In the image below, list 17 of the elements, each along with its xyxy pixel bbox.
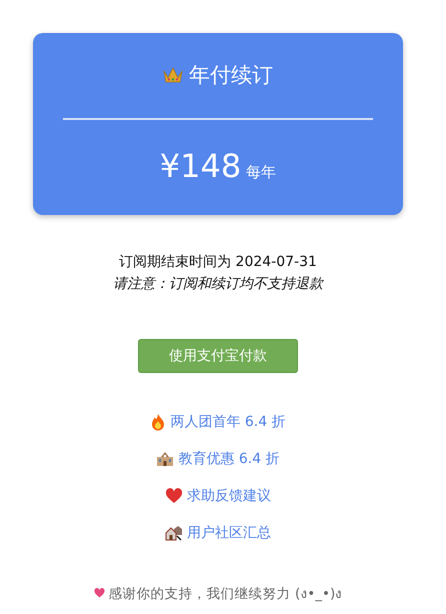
alipay-button[interactable]: 使用支付宝付款 <box>138 339 298 373</box>
link[interactable]: 教育优惠 6.4 折 <box>178 450 280 468</box>
refund-notice: 请注意：订阅和续订均不支持退款 <box>113 275 323 293</box>
expiry-text: 订阅期结束时间为 2024-07-31 <box>119 253 317 271</box>
thanks-text: 感谢你的支持，我们继续努力 (ง•_•)ง <box>108 585 342 604</box>
link[interactable]: 求助反馈建议 <box>186 487 271 505</box>
heart-icon <box>94 588 105 598</box>
link[interactable]: 两人团首年 6.4 折 <box>170 413 286 431</box>
school-building-icon <box>156 451 174 467</box>
fire-icon <box>150 413 166 431</box>
plan-title: 年付续订 <box>189 62 273 89</box>
link[interactable]: 用户社区汇总 <box>186 524 271 542</box>
heart-icon <box>164 488 183 504</box>
plan-price: ¥148 <box>160 147 242 185</box>
crown-icon <box>163 66 183 84</box>
houses-icon <box>164 525 183 541</box>
price-period: 每年 <box>246 163 276 182</box>
